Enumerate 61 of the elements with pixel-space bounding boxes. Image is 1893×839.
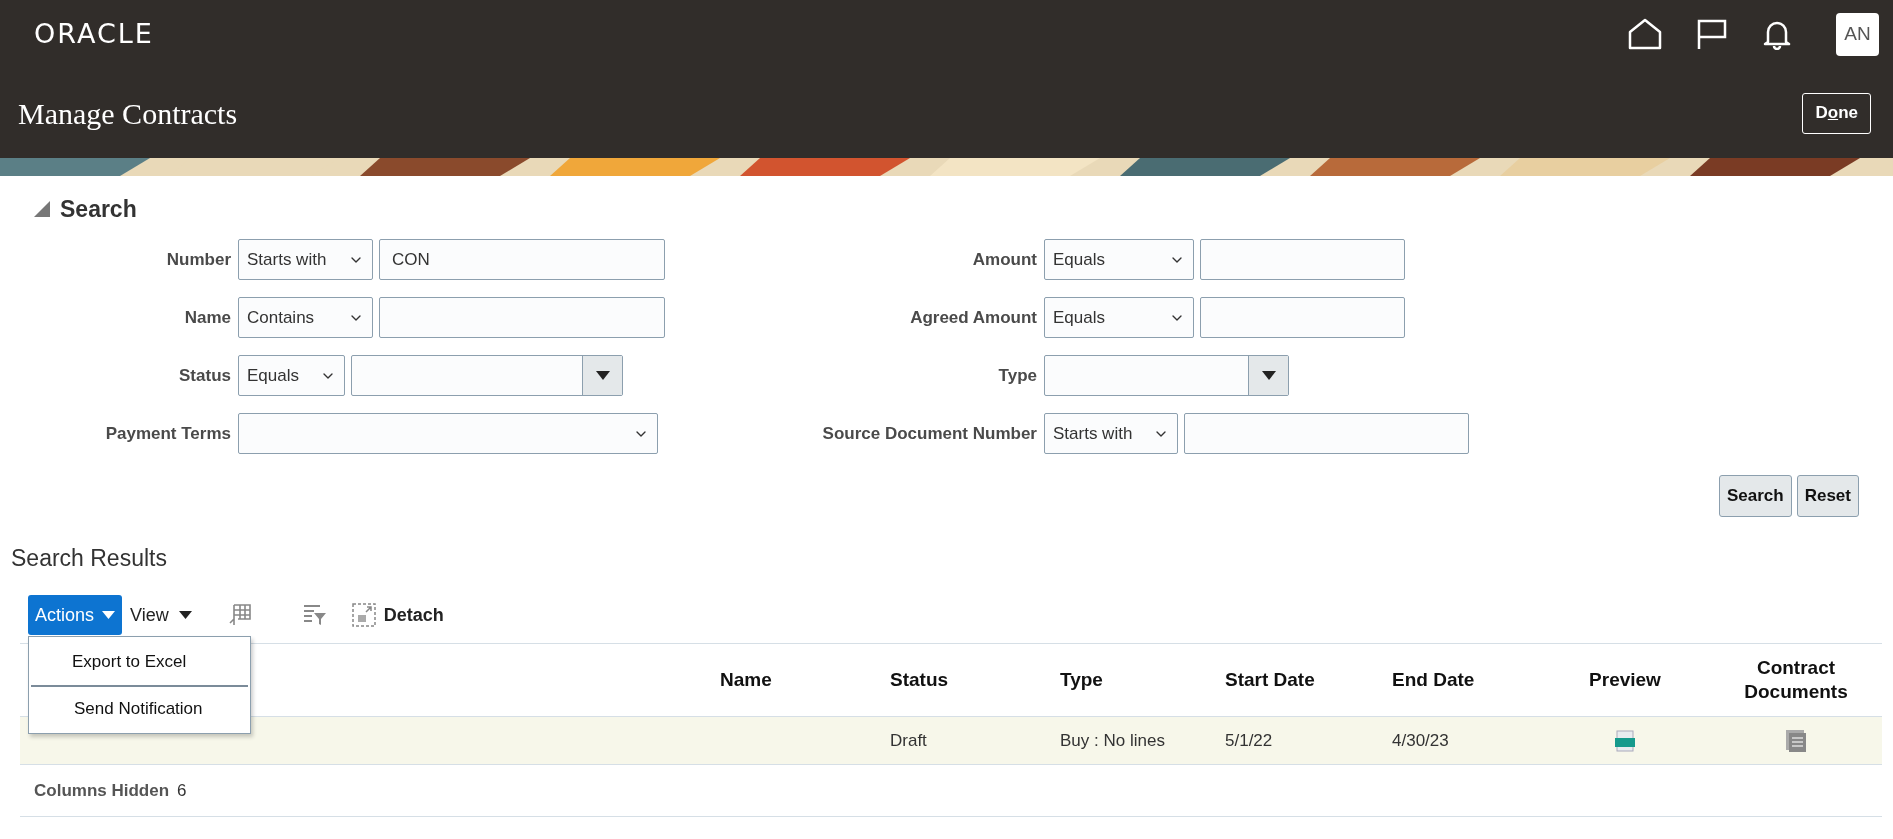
operator-select[interactable]: Contains [238, 297, 373, 338]
lov-field[interactable] [351, 355, 623, 396]
dropdown-icon [1261, 371, 1276, 380]
caret-icon [178, 611, 192, 619]
columns-hidden-count: 6 [177, 779, 187, 802]
freeze-icon[interactable] [227, 603, 252, 627]
operator-select[interactable]: Starts with [238, 239, 373, 280]
operator-select[interactable]: Equals [1044, 297, 1194, 338]
operator-select[interactable]: Equals [1044, 239, 1194, 280]
section-title: Search [60, 195, 137, 224]
operator-select[interactable]: Starts with [1044, 413, 1178, 454]
field-label: Type [997, 364, 1038, 387]
column-header[interactable]: Start Date [1225, 668, 1315, 690]
operator-select[interactable]: Equals [238, 355, 345, 396]
form-button[interactable]: Reset [1796, 474, 1859, 517]
table-cell-text: 4/30/23 [1391, 729, 1450, 752]
actions-button[interactable]: Actions [28, 595, 123, 635]
page-title: Manage Contracts [18, 95, 238, 132]
pdf-icon[interactable] [1614, 729, 1636, 752]
lov-field[interactable] [1044, 355, 1289, 396]
column-header[interactable]: Status [890, 668, 949, 690]
dropdown-icon [595, 371, 610, 380]
text-field[interactable] [1184, 413, 1469, 454]
table-row[interactable]: Draft Buy : No lines 5/1/22 4/30/23 [20, 717, 1882, 765]
form-button[interactable]: Search [1719, 474, 1792, 517]
menu-item[interactable]: Send Notification [31, 685, 248, 731]
table-cell-text: 5/1/22 [1224, 729, 1274, 752]
table-cell-text: Buy : No lines [1059, 729, 1166, 752]
collapse-icon[interactable] [34, 201, 50, 218]
text-field[interactable] [1200, 297, 1405, 338]
caret-icon [102, 611, 116, 619]
column-header[interactable]: Contract Documents [1731, 656, 1861, 704]
column-header[interactable]: Name [720, 668, 772, 690]
done-button[interactable]: Done [1802, 92, 1871, 134]
field-label: Agreed Amount [909, 306, 1038, 329]
field-label: Source Document Number [821, 422, 1038, 445]
text-field[interactable] [379, 297, 665, 338]
filter-icon[interactable] [301, 603, 328, 627]
detach-icon[interactable] [351, 603, 376, 627]
detach-button[interactable]: Detach [383, 601, 444, 629]
table-cell-text: Draft [889, 729, 928, 752]
results-title: Search Results [11, 543, 168, 573]
column-header[interactable]: Preview [1560, 668, 1690, 692]
text-field[interactable]: CON [379, 239, 665, 280]
document-icon[interactable] [1785, 728, 1807, 753]
text-field[interactable] [1200, 239, 1405, 280]
column-header[interactable]: Type [1060, 668, 1103, 690]
home-icon[interactable] [1628, 18, 1662, 50]
menu-item[interactable]: Export to Excel [29, 639, 250, 685]
user-avatar[interactable]: AN [1836, 12, 1879, 56]
field-label: Number [165, 248, 232, 271]
oracle-logo[interactable]: ORACLE [34, 13, 154, 55]
field-label: Name [183, 306, 232, 329]
field-label: Payment Terms [104, 422, 232, 445]
view-button[interactable]: View [128, 595, 194, 635]
column-header[interactable]: End Date [1392, 668, 1475, 690]
flag-icon[interactable] [1696, 18, 1728, 50]
select-field[interactable] [238, 413, 658, 454]
columns-hidden-label: Columns Hidden [34, 779, 170, 802]
field-label: Status [178, 364, 232, 387]
field-label: Amount [971, 248, 1038, 271]
